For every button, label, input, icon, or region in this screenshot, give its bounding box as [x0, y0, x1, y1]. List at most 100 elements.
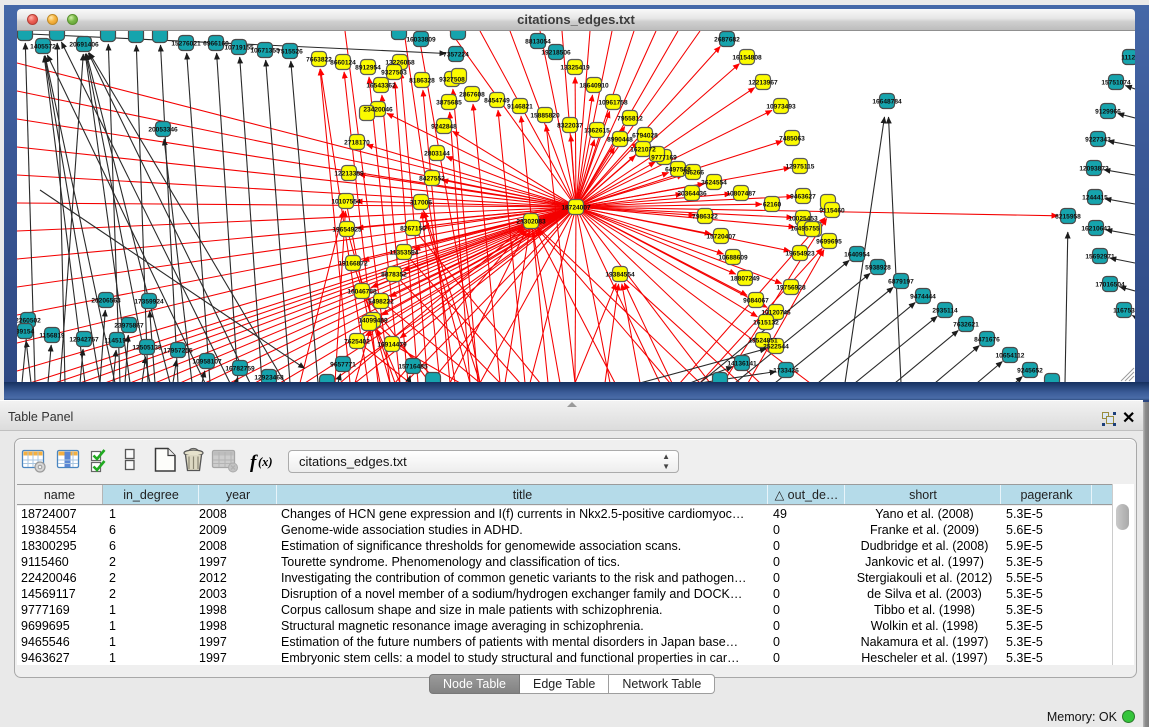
- svg-text:9657771: 9657771: [330, 362, 356, 369]
- svg-text:23302083: 23302083: [516, 219, 546, 226]
- svg-text:12505135: 12505135: [132, 345, 162, 352]
- svg-text:19384554: 19384554: [605, 272, 635, 279]
- svg-text:8215958: 8215958: [1055, 214, 1081, 221]
- svg-text:15720407: 15720407: [706, 234, 736, 241]
- svg-text:10671355: 10671355: [250, 48, 280, 55]
- svg-text:7955812: 7955812: [617, 116, 643, 123]
- svg-text:16210643: 16210643: [1081, 226, 1111, 233]
- svg-text:10807487: 10807487: [726, 191, 756, 198]
- svg-text:(x): (x): [258, 455, 273, 469]
- svg-text:10958107: 10958107: [192, 359, 222, 366]
- svg-text:7515526: 7515526: [277, 49, 303, 56]
- svg-text:2687682: 2687682: [714, 37, 740, 44]
- svg-text:17016504: 17016504: [1095, 282, 1125, 289]
- svg-text:7485063: 7485063: [779, 136, 805, 143]
- svg-text:5938928: 5938928: [865, 265, 891, 272]
- svg-text:11123: 11123: [1121, 55, 1135, 62]
- svg-text:14136141: 14136141: [727, 361, 757, 368]
- svg-text:1244415: 1244415: [1082, 195, 1108, 202]
- svg-text:7357224: 7357224: [443, 52, 469, 59]
- svg-text:16046788: 16046788: [347, 289, 377, 296]
- svg-text:2522544: 2522544: [763, 344, 789, 351]
- svg-text:23975867: 23975867: [114, 323, 144, 330]
- svg-text:10961758: 10961758: [598, 100, 628, 107]
- svg-text:13325419: 13325419: [560, 65, 590, 72]
- svg-text:12942757: 12942757: [69, 337, 99, 344]
- svg-text:19218506: 19218506: [541, 50, 571, 57]
- svg-text:8322037: 8322037: [557, 123, 583, 130]
- svg-text:1640954: 1640954: [844, 252, 870, 259]
- svg-text:9463627: 9463627: [790, 194, 816, 201]
- svg-text:16033809: 16033809: [406, 37, 436, 44]
- svg-text:9242848: 9242848: [431, 124, 457, 131]
- svg-text:14099489: 14099489: [358, 318, 388, 325]
- svg-text:62160: 62160: [763, 202, 782, 209]
- svg-text:1362615: 1362615: [584, 128, 610, 135]
- svg-text:6794028: 6794028: [632, 133, 658, 140]
- svg-text:19654925: 19654925: [332, 227, 362, 234]
- svg-text:20691406: 20691406: [69, 42, 99, 49]
- svg-text:9084067: 9084067: [743, 298, 769, 305]
- svg-text:7663822: 7663822: [306, 57, 332, 64]
- svg-text:12975115: 12975115: [786, 164, 815, 171]
- svg-text:f: f: [250, 452, 258, 473]
- svg-text:8267150: 8267150: [400, 226, 426, 233]
- svg-text:15692971: 15692971: [1085, 254, 1115, 261]
- svg-text:19166872: 19166872: [338, 261, 368, 268]
- svg-text:746266: 746266: [682, 170, 704, 177]
- svg-text:9129966: 9129966: [1095, 109, 1121, 116]
- svg-text:15885820: 15885820: [530, 113, 560, 120]
- svg-text:9777169: 9777169: [651, 155, 677, 162]
- svg-text:12923468: 12923468: [254, 375, 284, 382]
- svg-text:16495755: 16495755: [790, 226, 820, 233]
- svg-text:7625402: 7625402: [344, 339, 370, 346]
- svg-text:1145194: 1145194: [104, 338, 130, 345]
- svg-text:9327503: 9327503: [381, 70, 407, 77]
- svg-text:18807249: 18807249: [730, 276, 760, 283]
- svg-text:17359924: 17359924: [134, 299, 164, 306]
- svg-text:3624554: 3624554: [701, 180, 727, 187]
- svg-text:9474444: 9474444: [910, 294, 936, 301]
- svg-text:2718170: 2718170: [344, 140, 370, 147]
- svg-text:2935114: 2935114: [932, 308, 958, 315]
- svg-text:39154: 39154: [17, 329, 34, 336]
- svg-text:10107554: 10107554: [331, 199, 361, 206]
- svg-text:20053346: 20053346: [148, 127, 178, 134]
- svg-text:8471676: 8471676: [974, 337, 1000, 344]
- svg-text:2260502: 2260502: [17, 318, 41, 325]
- svg-text:5498222: 5498222: [368, 299, 394, 306]
- svg-text:20364436: 20364436: [677, 191, 707, 198]
- svg-text:18724007: 18724007: [561, 205, 591, 212]
- svg-text:17957255: 17957255: [163, 348, 193, 355]
- svg-text:7632621: 7632621: [953, 322, 979, 329]
- svg-text:8660124: 8660124: [330, 60, 356, 67]
- svg-text:20206563: 20206563: [91, 298, 121, 305]
- svg-text:9146821: 9146821: [507, 104, 533, 111]
- svg-text:9115460: 9115460: [819, 208, 845, 215]
- svg-text:9227343: 9227343: [1085, 137, 1111, 144]
- svg-text:9245652: 9245652: [1017, 368, 1043, 375]
- svg-text:9699695: 9699695: [816, 239, 842, 246]
- svg-text:9327508: 9327508: [439, 77, 465, 84]
- svg-text:10654112: 10654112: [996, 353, 1025, 360]
- svg-text:317006: 317006: [410, 200, 432, 207]
- svg-text:16543362: 16543362: [366, 83, 396, 90]
- svg-text:10688609: 10688609: [718, 255, 748, 262]
- svg-text:8813054: 8813054: [525, 39, 551, 46]
- svg-text:23420046: 23420046: [363, 107, 393, 114]
- svg-text:3875685: 3875685: [436, 100, 462, 107]
- svg-text:13226058: 13226058: [385, 60, 415, 67]
- svg-text:8427552: 8427552: [419, 176, 445, 183]
- svg-text:12093872: 12093872: [1079, 166, 1109, 173]
- svg-text:19654923: 19654923: [785, 251, 815, 258]
- svg-text:12213389: 12213389: [334, 171, 364, 178]
- svg-text:15276021: 15276021: [171, 41, 201, 48]
- svg-text:8912954: 8912954: [355, 65, 381, 72]
- svg-text:16914479: 16914479: [377, 342, 407, 349]
- svg-text:1621072: 1621072: [630, 147, 656, 154]
- svg-text:12213967: 12213967: [748, 80, 778, 87]
- svg-text:15751074: 15751074: [1101, 80, 1131, 87]
- svg-text:19756928: 19756928: [776, 285, 806, 292]
- svg-text:1615132: 1615132: [753, 320, 779, 327]
- svg-text:11353594: 11353594: [390, 250, 419, 257]
